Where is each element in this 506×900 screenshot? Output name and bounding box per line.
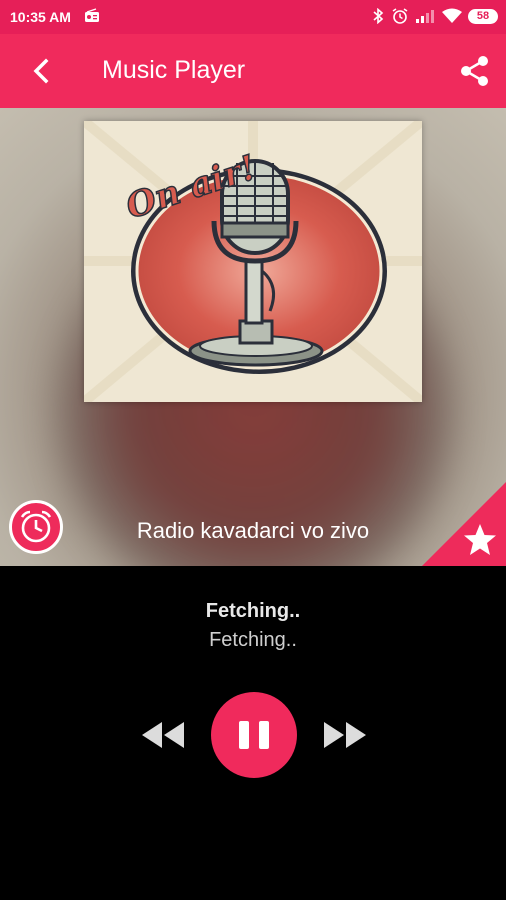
album-art: On air! — [84, 121, 422, 402]
fast-forward-icon[interactable] — [320, 720, 368, 750]
battery-icon: 58 — [468, 9, 498, 24]
on-air-microphone-image: On air! — [84, 121, 422, 402]
now-playing-hero: On air! Radio kavadarci vo zivo — [0, 108, 506, 566]
pause-button[interactable] — [211, 692, 297, 778]
track-artist: Fetching.. — [209, 629, 297, 651]
alarm-clock-icon — [20, 510, 52, 543]
pause-icon — [239, 721, 269, 749]
page-title: Music Player — [102, 56, 246, 84]
player-panel: Fetching.. Fetching.. — [0, 566, 506, 900]
track-title: Fetching.. — [205, 600, 301, 622]
battery-level: 58 — [476, 10, 490, 22]
status-bar: 10:35 AM 58 — [0, 0, 506, 34]
station-name: Radio kavadarci vo zivo — [136, 518, 370, 543]
rewind-icon[interactable] — [140, 720, 188, 750]
share-icon[interactable] — [458, 54, 492, 88]
sleep-timer-button[interactable] — [9, 500, 63, 554]
alarm-icon — [392, 8, 408, 24]
radio-icon — [85, 8, 99, 22]
bluetooth-icon — [373, 8, 384, 24]
star-icon[interactable] — [462, 522, 498, 558]
back-arrow-icon[interactable] — [22, 51, 62, 91]
wifi-icon — [442, 8, 462, 23]
app-bar: Music Player — [0, 34, 506, 108]
signal-icon — [416, 10, 434, 23]
status-time: 10:35 AM — [10, 9, 71, 25]
